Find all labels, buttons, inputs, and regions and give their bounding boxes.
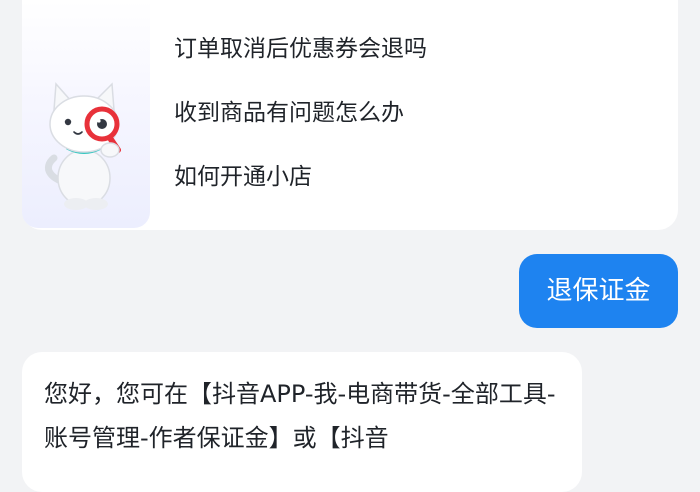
user-message-bubble: 退保证金 [519,254,678,328]
bot-reply-text: 您好，您可在【抖音APP-我-电商带货-全部工具-账号管理-作者保证金】或【抖音 [44,380,556,452]
mascot-cat-magnifier-icon [45,82,121,210]
mascot-panel [22,0,150,228]
faq-item-coupon-refund[interactable]: 订单取消后优惠券会退吗 [174,34,427,64]
faq-item-open-store[interactable]: 如何开通小店 [174,162,312,192]
faq-item-product-problem[interactable]: 收到商品有问题怎么办 [174,98,404,128]
bot-reply-bubble: 您好，您可在【抖音APP-我-电商带货-全部工具-账号管理-作者保证金】或【抖音 [22,352,582,492]
